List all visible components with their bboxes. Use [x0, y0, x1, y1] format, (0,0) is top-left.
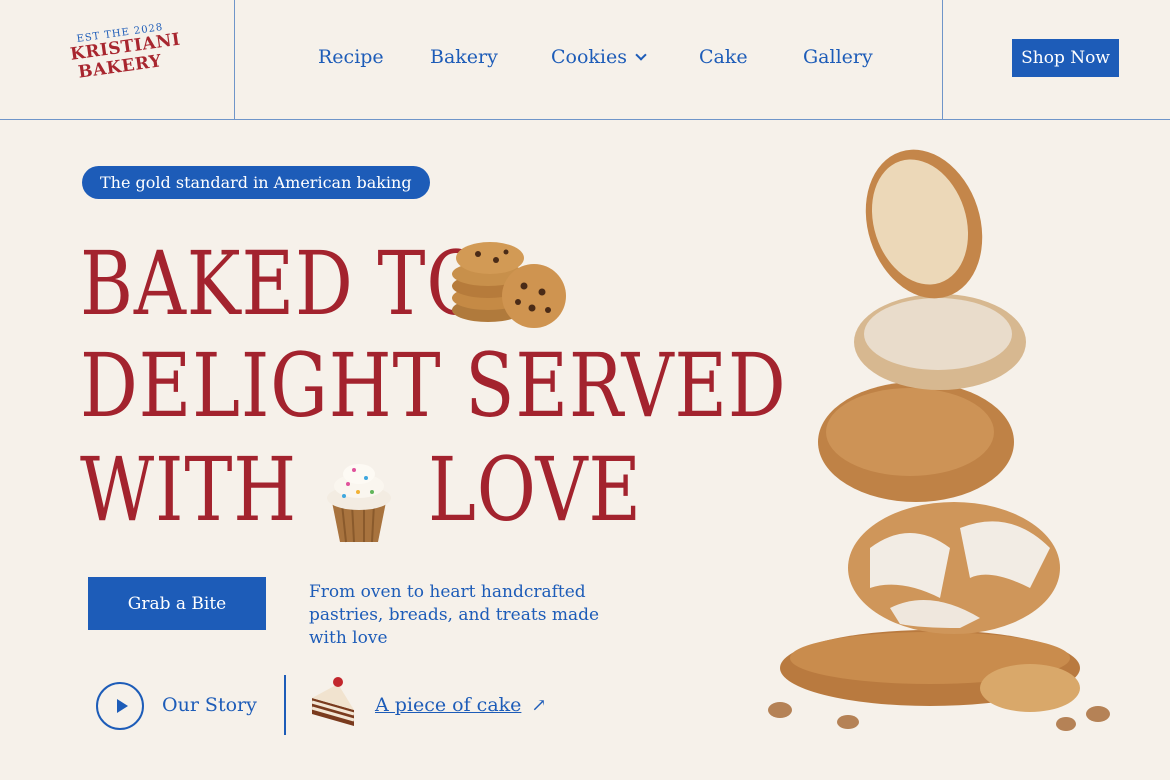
header-divider — [942, 0, 943, 120]
tagline-badge: The gold standard in American baking — [82, 166, 430, 199]
piece-of-cake-link[interactable]: A piece of cake ↗ — [375, 694, 547, 716]
chevron-down-icon — [635, 49, 647, 61]
logo[interactable]: EST THE 2028 KRISTIANI BAKERY — [69, 22, 182, 100]
header: EST THE 2028 KRISTIANI BAKERY Recipe Bak… — [0, 0, 1170, 120]
headline-line3a: WITH — [80, 438, 298, 541]
grab-a-bite-button[interactable]: Grab a Bite — [88, 577, 266, 630]
hero-description: From oven to heart handcrafted pastries,… — [309, 582, 600, 648]
cookies-image — [452, 242, 566, 328]
nav-item-gallery[interactable]: Gallery — [803, 46, 873, 68]
divider — [284, 675, 286, 735]
bread-stack-image — [768, 149, 1110, 731]
cupcake-image — [327, 464, 391, 543]
headline-line3b: LOVE — [428, 438, 642, 541]
cake-slice-image — [311, 677, 355, 726]
play-icon[interactable] — [96, 682, 144, 730]
our-story-link[interactable]: Our Story — [162, 694, 257, 716]
arrow-up-right-icon: ↗ — [531, 695, 547, 716]
nav-item-cake[interactable]: Cake — [699, 46, 748, 68]
nav-item-cookies-label: Cookies — [551, 46, 627, 68]
headline-line2: DELIGHT SERVED — [80, 334, 787, 437]
piece-of-cake-label: A piece of cake — [375, 694, 522, 716]
nav-item-cookies[interactable]: Cookies — [551, 46, 647, 68]
header-divider — [234, 0, 235, 120]
shop-now-button[interactable]: Shop Now — [1012, 39, 1119, 77]
nav-item-recipe[interactable]: Recipe — [318, 46, 384, 68]
nav-item-bakery[interactable]: Bakery — [430, 46, 498, 68]
headline-line1: BAKED TO — [80, 232, 487, 335]
